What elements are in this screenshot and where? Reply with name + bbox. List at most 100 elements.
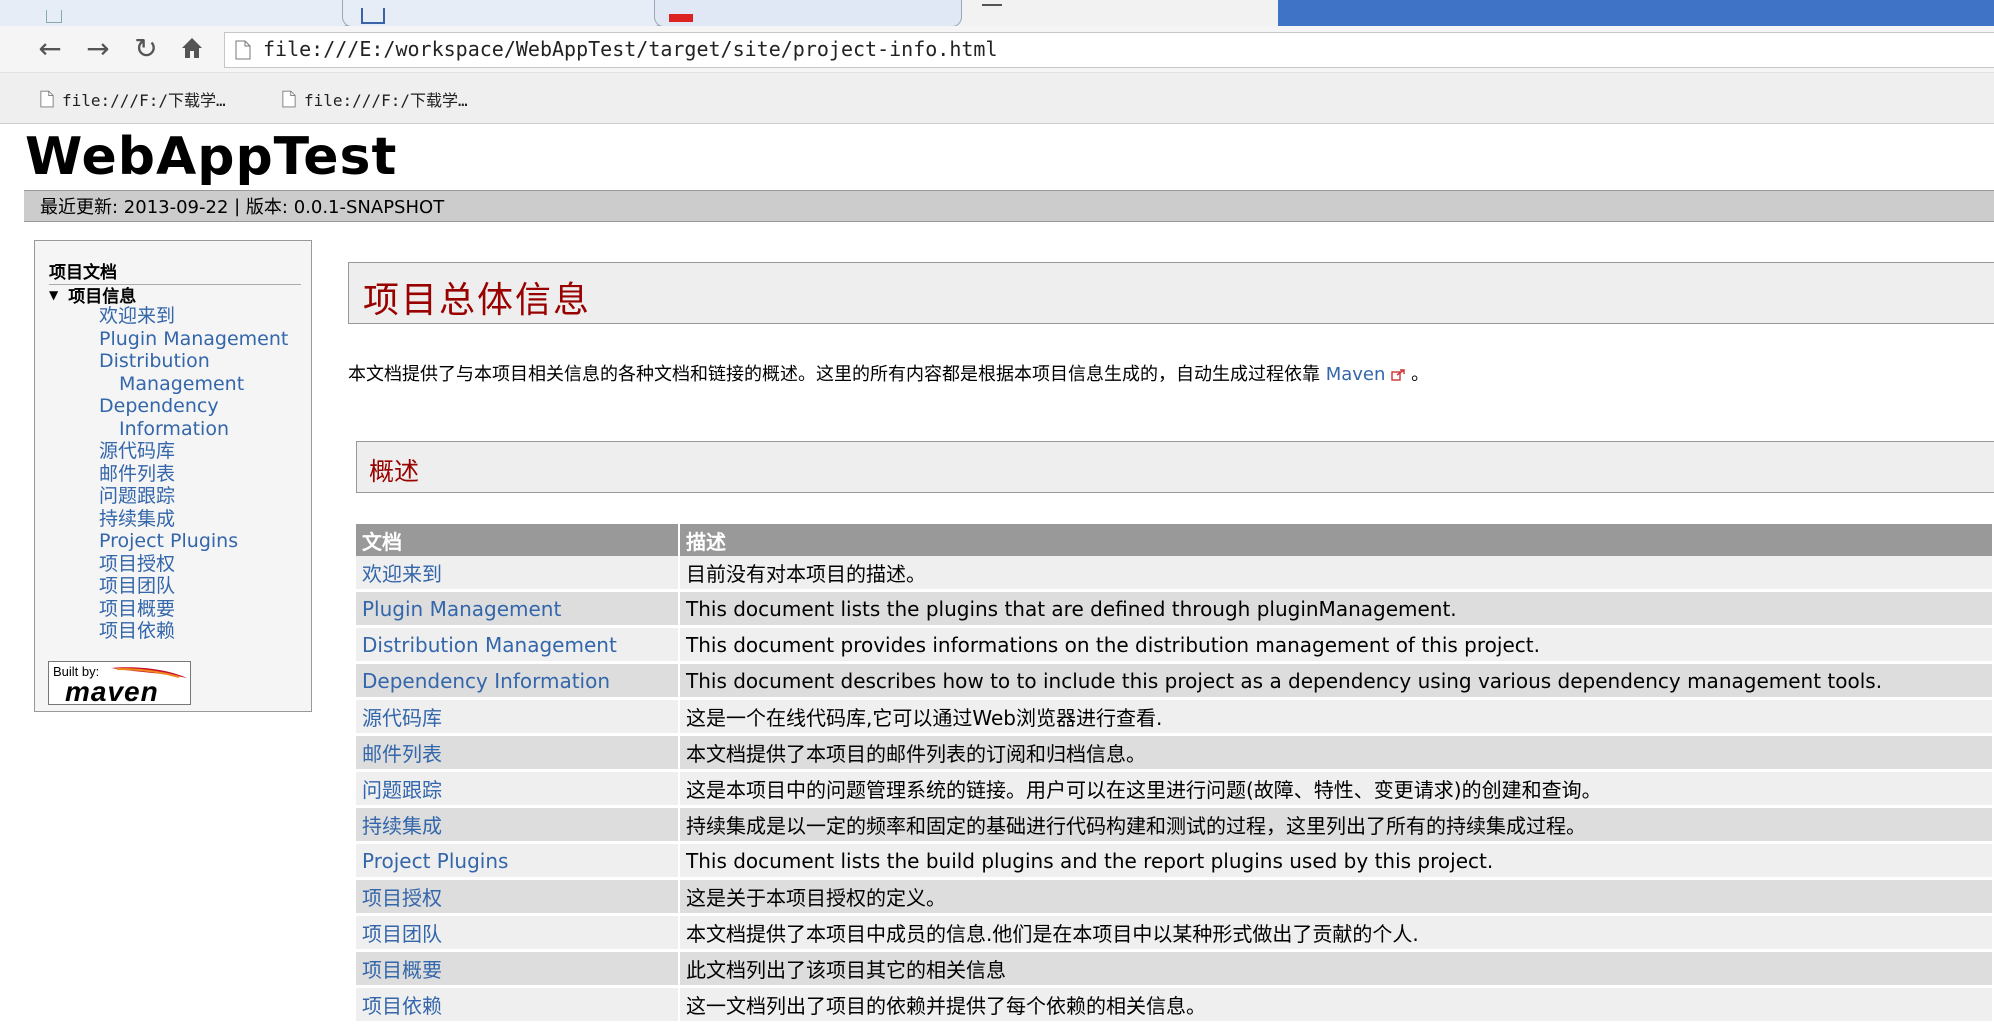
document-link[interactable]: 问题跟踪 xyxy=(362,778,442,802)
maven-logo-text: maven xyxy=(65,676,159,707)
last-updated: 最近更新: 2013-09-22 xyxy=(40,197,229,218)
table-row: 项目概要 此文档列出了该项目其它的相关信息 xyxy=(356,950,1994,988)
built-by-maven-logo[interactable]: Built by: maven xyxy=(48,661,191,707)
sidebar-item-plugin-management[interactable]: Plugin Management xyxy=(99,328,309,351)
table-cell-description: 这一文档列出了项目的依赖并提供了每个依赖的相关信息。 xyxy=(679,986,1994,1024)
sidebar-item-label: Distribution xyxy=(99,350,210,372)
sidebar-item-continuous-integration[interactable]: 持续集成 xyxy=(99,508,309,531)
table-cell-document: 项目授权 xyxy=(356,878,680,916)
sidebar-item-label: Dependency xyxy=(99,395,219,417)
sidebar-item-issue-tracking[interactable]: 问题跟踪 xyxy=(99,485,309,508)
table-cell-description: 这是关于本项目授权的定义。 xyxy=(679,878,1994,916)
table-cell-document: 邮件列表 xyxy=(356,734,680,772)
sidebar-item-label: Information xyxy=(119,417,229,440)
table-cell-document: Project Plugins xyxy=(356,842,680,880)
bookmark-label: file:///F:/下载学… xyxy=(304,91,468,110)
table-cell-description: This document lists the plugins that are… xyxy=(679,590,1994,628)
sidebar-item-welcome[interactable]: 欢迎来到 xyxy=(99,305,309,328)
document-link[interactable]: Project Plugins xyxy=(362,849,508,873)
table-row: 项目授权 这是关于本项目授权的定义。 xyxy=(356,878,1994,916)
table-row: Plugin Management This document lists the… xyxy=(356,590,1994,628)
table-row: 邮件列表 本文档提供了本项目的邮件列表的订阅和归档信息。 xyxy=(356,734,1994,772)
document-link[interactable]: Distribution Management xyxy=(362,633,617,657)
table-row: Project Plugins This document lists the b… xyxy=(356,842,1994,880)
page-heading-box: 项目总体信息 xyxy=(348,262,1994,324)
browser-tab[interactable] xyxy=(342,0,664,27)
table-row: 问题跟踪 这是本项目中的问题管理系统的链接。用户可以在这里进行问题(故障、特性、变… xyxy=(356,770,1994,808)
section-heading-box: 概述 xyxy=(356,441,1994,493)
table-row: 欢迎来到 目前没有对本项目的描述。 xyxy=(356,556,1994,592)
address-bar[interactable] xyxy=(224,32,1994,68)
table-cell-document: 持续集成 xyxy=(356,806,680,844)
sidebar-item-dependency-information[interactable]: Dependency Information xyxy=(99,395,309,440)
document-link[interactable]: 项目依赖 xyxy=(362,994,442,1018)
url-input[interactable] xyxy=(263,37,1963,61)
column-header-document: 文档 xyxy=(356,524,680,556)
page-icon xyxy=(46,10,62,23)
section-heading: 概述 xyxy=(369,457,420,486)
table-cell-document: 问题跟踪 xyxy=(356,770,680,808)
table-cell-document: 项目概要 xyxy=(356,950,680,988)
bookmark-item[interactable]: file:///F:/下载学… xyxy=(282,87,468,111)
bookmark-label: file:///F:/下载学… xyxy=(62,91,226,110)
sidebar-item-team[interactable]: 项目团队 xyxy=(99,575,309,598)
reload-icon[interactable]: ↻ xyxy=(130,32,162,65)
table-row: Dependency Information This document desc… xyxy=(356,662,1994,700)
sidebar-heading: 项目文档 xyxy=(49,258,301,285)
external-link-icon xyxy=(1391,369,1406,381)
table-row: 源代码库 这是一个在线代码库,它可以通过Web浏览器进行查看. xyxy=(356,698,1994,736)
sidebar-item-label: Management xyxy=(119,372,245,395)
breadcrumb: 最近更新: 2013-09-22 | 版本: 0.0.1-SNAPSHOT xyxy=(24,190,1994,222)
overview-table: 文档 描述 欢迎来到 目前没有对本项目的描述。 Plugin Management T… xyxy=(356,524,1994,1024)
document-link[interactable]: 邮件列表 xyxy=(362,742,442,766)
document-link[interactable]: Plugin Management xyxy=(362,597,561,621)
table-row: 项目依赖 这一文档列出了项目的依赖并提供了每个依赖的相关信息。 xyxy=(356,986,1994,1024)
document-link[interactable]: 持续集成 xyxy=(362,814,442,838)
bookmarks-bar: file:///F:/下载学… file:///F:/下载学… xyxy=(0,73,1994,124)
sidebar-item-mailing-lists[interactable]: 邮件列表 xyxy=(99,463,309,486)
sidebar-item-license[interactable]: 项目授权 xyxy=(99,553,309,576)
page-icon xyxy=(235,40,251,64)
table-cell-description: This document describes how to to includ… xyxy=(679,662,1994,700)
page-title: 项目总体信息 xyxy=(363,280,592,321)
sidebar-item-project-plugins[interactable]: Project Plugins xyxy=(99,530,309,553)
sidebar-item-distribution-management[interactable]: Distribution Management xyxy=(99,350,309,395)
window-titlebar xyxy=(1278,0,1994,26)
table-cell-description: 持续集成是以一定的频率和固定的基础进行代码构建和测试的过程，这里列出了所有的持续… xyxy=(679,806,1994,844)
sidebar-item-summary[interactable]: 项目概要 xyxy=(99,598,309,621)
browser-tab-active[interactable] xyxy=(654,0,962,27)
intro-end: 。 xyxy=(1405,364,1430,385)
sidebar-item-source-repository[interactable]: 源代码库 xyxy=(99,440,309,463)
document-link[interactable]: 项目概要 xyxy=(362,958,442,982)
table-header-row: 文档 描述 xyxy=(356,524,1994,556)
document-link[interactable]: 源代码库 xyxy=(362,706,442,730)
sidebar-item-dependencies[interactable]: 项目依赖 xyxy=(99,620,309,643)
page-icon xyxy=(361,8,385,24)
sidebar-menu: 欢迎来到 Plugin Management Distribution Mana… xyxy=(99,305,309,643)
table-cell-description: 目前没有对本项目的描述。 xyxy=(679,556,1994,592)
breadcrumb-separator: | xyxy=(228,195,246,217)
document-link[interactable]: Dependency Information xyxy=(362,669,610,693)
forward-icon[interactable]: → xyxy=(82,32,114,65)
document-link[interactable]: 项目团队 xyxy=(362,922,442,946)
sidebar-section[interactable]: ▼ 项目信息 xyxy=(49,282,136,307)
table-cell-description: 本文档提供了本项目的邮件列表的订阅和归档信息。 xyxy=(679,734,1994,772)
expanded-triangle-icon: ▼ xyxy=(49,287,59,302)
table-row: Distribution Management This document pro… xyxy=(356,626,1994,664)
back-icon[interactable]: ← xyxy=(34,32,66,65)
table-cell-description: 本文档提供了本项目中成员的信息.他们是在本项目中以某种形式做出了贡献的个人. xyxy=(679,914,1994,952)
version: 版本: 0.0.1-SNAPSHOT xyxy=(245,197,445,218)
table-cell-description: This document provides informations on t… xyxy=(679,626,1994,664)
browser-toolbar: ← → ↻ xyxy=(0,26,1994,73)
document-link[interactable]: 项目授权 xyxy=(362,886,442,910)
maven-link[interactable]: Maven xyxy=(1326,364,1386,385)
new-tab-icon[interactable] xyxy=(982,4,1002,6)
table-cell-document: 源代码库 xyxy=(356,698,680,736)
favicon-icon xyxy=(669,14,693,22)
document-link[interactable]: 欢迎来到 xyxy=(362,562,442,586)
home-icon[interactable] xyxy=(176,32,208,64)
table-cell-document: 项目团队 xyxy=(356,914,680,952)
browser-tab[interactable] xyxy=(0,0,352,27)
bookmark-item[interactable]: file:///F:/下载学… xyxy=(40,87,226,111)
table-row: 持续集成 持续集成是以一定的频率和固定的基础进行代码构建和测试的过程，这里列出了所… xyxy=(356,806,1994,844)
